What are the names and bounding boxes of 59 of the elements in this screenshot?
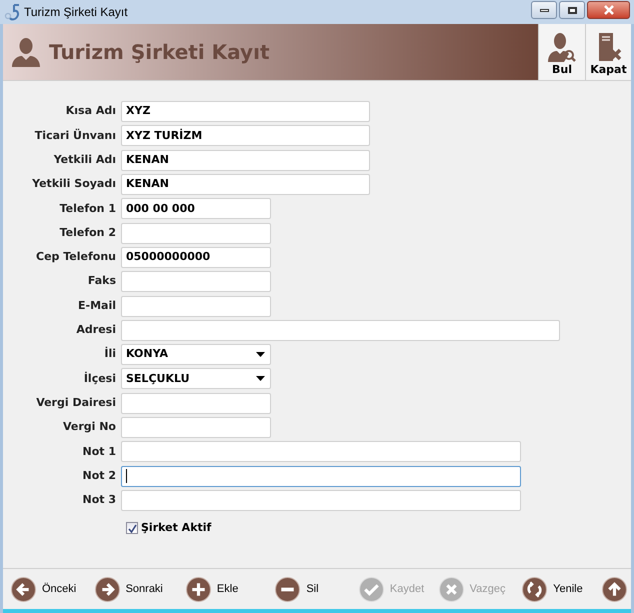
input-field[interactable]: [121, 490, 521, 511]
input-field[interactable]: [121, 466, 521, 487]
field-label: Yetkili Soyadı: [31, 176, 117, 192]
x-icon: [438, 576, 464, 602]
plus-icon: [186, 576, 211, 602]
person-search-icon: [548, 32, 576, 62]
checkmark-icon: [128, 524, 136, 533]
nav-button[interactable]: Ekle: [186, 576, 276, 602]
field-label: Adresi: [75, 322, 117, 338]
person-icon: [11, 37, 41, 67]
caret-icon: [256, 376, 265, 382]
field-label: Vergi No: [62, 419, 117, 436]
input-field[interactable]: 000 00 000: [121, 198, 271, 220]
field-label: Telefon 1: [58, 200, 117, 217]
refresh-icon: [522, 576, 548, 602]
dropdown[interactable]: SELÇUKLU: [121, 368, 271, 390]
maximize-button[interactable]: [559, 1, 585, 19]
toolbar-button[interactable]: Kapat: [585, 24, 631, 80]
input-field[interactable]: [121, 222, 271, 244]
dropdown[interactable]: KONYA: [121, 344, 271, 366]
input-field[interactable]: KENAN: [121, 150, 370, 171]
field-label: Telefon 2: [58, 224, 117, 241]
field-label: İlçesi: [82, 370, 117, 387]
nav-button[interactable]: Sil: [275, 576, 359, 602]
nav-button[interactable]: Sonraki: [94, 576, 186, 602]
input-field[interactable]: [121, 320, 560, 341]
field-label: Ticari Ünvanı: [34, 128, 117, 144]
field-label: Faks: [86, 273, 117, 290]
nav-button[interactable]: Yenile: [522, 576, 602, 602]
field-label: Yetkili Adı: [52, 152, 117, 168]
field-label: İli: [103, 346, 117, 362]
field-label: E-Mail: [77, 298, 117, 314]
input-field[interactable]: [121, 392, 271, 414]
field-label: Vergi Dairesi: [35, 394, 117, 411]
field-label: Not 2: [81, 468, 117, 484]
toolbar-button[interactable]: Bul: [539, 24, 585, 80]
field-label: Not 1: [81, 444, 117, 460]
field-label: Cep Telefonu: [35, 249, 117, 266]
input-field[interactable]: [121, 441, 521, 462]
close-button[interactable]: [587, 1, 630, 19]
input-field[interactable]: [121, 271, 271, 292]
caret-icon: [256, 352, 265, 358]
header-title: Turizm Şirketi Kayıt: [49, 39, 270, 66]
input-field[interactable]: KENAN: [121, 174, 370, 196]
checkmark-icon: [358, 576, 384, 602]
input-field[interactable]: 05000000000: [121, 246, 271, 268]
close-icon: [602, 5, 614, 15]
input-field[interactable]: [121, 296, 271, 317]
input-field[interactable]: [121, 417, 271, 438]
minus-icon: [275, 576, 300, 602]
input-field[interactable]: XYZ TURİZM: [121, 125, 370, 146]
field-label: Not 3: [81, 492, 117, 508]
minimize-button[interactable]: [531, 1, 557, 19]
app-logo-icon: [4, 3, 20, 21]
input-field[interactable]: XYZ: [121, 101, 370, 122]
active-checkbox[interactable]: Şirket Aktif: [126, 520, 212, 536]
field-label: Kısa Adı: [64, 103, 117, 120]
nav-button[interactable]: Önceki: [11, 576, 95, 602]
window-title: Turizm Şirketi Kayıt: [24, 4, 128, 21]
